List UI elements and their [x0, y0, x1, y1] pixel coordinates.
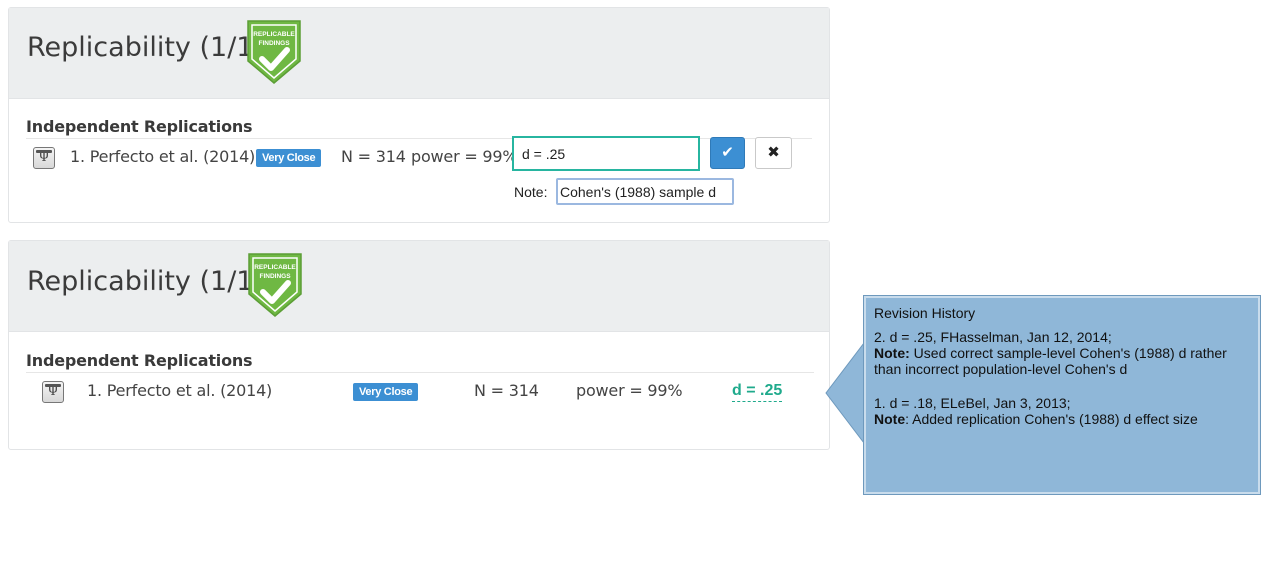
save-button[interactable]: ✔: [710, 137, 745, 169]
revision-history-popover: Revision History 2. d = .25, FHasselman,…: [863, 295, 1261, 495]
power-value: power = 99%: [576, 381, 683, 400]
cancel-button[interactable]: ✖: [755, 137, 792, 169]
effect-size-link[interactable]: d = .25: [732, 382, 783, 402]
popover-title: Revision History: [874, 305, 976, 321]
note-field[interactable]: [556, 178, 734, 205]
status-badge: Very Close: [256, 149, 322, 167]
study-document-icon[interactable]: Ψ: [42, 381, 64, 403]
note-text: : Added replication Cohen's (1988) d eff…: [905, 411, 1198, 427]
note-label: Note:: [514, 184, 548, 200]
sample-size: N = 314: [341, 147, 406, 166]
revision-entry-header: 1. d = .18, ELeBel, Jan 3, 2013;: [874, 395, 1071, 411]
popover-arrow: [825, 343, 867, 443]
replicable-findings-badge-icon: REPLICABLE FINDINGS: [246, 19, 302, 90]
badge-text-line1: REPLICABLE: [254, 264, 296, 271]
close-icon: ✖: [767, 144, 780, 161]
study-citation[interactable]: 1. Perfecto et al. (2014): [70, 147, 255, 166]
badge-text-line2: FINDINGS: [258, 40, 290, 47]
note-label: Note: [874, 411, 906, 427]
replicable-findings-badge-icon: REPLICABLE FINDINGS: [247, 252, 303, 323]
revision-entry-note: Note: Added replication Cohen's (1988) d…: [874, 411, 1250, 427]
status-badge: Very Close: [353, 383, 419, 401]
check-icon: ✔: [721, 144, 734, 161]
badge-text-line2: FINDINGS: [259, 273, 291, 280]
replicability-panel-view: Replicability (1/1) REPLICABLE FINDINGS …: [8, 240, 830, 450]
badge-text-line1: REPLICABLE: [253, 31, 295, 38]
note-label: Note:: [874, 345, 910, 361]
page-title: Replicability (1/1): [27, 266, 265, 297]
study-citation[interactable]: 1. Perfecto et al. (2014): [87, 381, 272, 400]
study-document-icon[interactable]: Ψ: [33, 147, 55, 169]
section-label: Independent Replications: [26, 351, 253, 370]
section-label: Independent Replications: [26, 117, 253, 136]
revision-entry-note: Note: Used correct sample-level Cohen's …: [874, 345, 1250, 377]
power-value: power = 99%: [411, 147, 518, 166]
divider: [26, 372, 814, 373]
panel-header: Replicability (1/1) REPLICABLE FINDINGS: [9, 8, 829, 99]
revision-entry-header: 2. d = .25, FHasselman, Jan 12, 2014;: [874, 329, 1112, 345]
panel-header: Replicability (1/1) REPLICABLE FINDINGS: [9, 241, 829, 332]
effect-size-input[interactable]: [512, 136, 700, 171]
note-text: Used correct sample-level Cohen's (1988)…: [874, 345, 1227, 377]
page-title: Replicability (1/1): [27, 32, 265, 63]
sample-size: N = 314: [474, 381, 539, 400]
